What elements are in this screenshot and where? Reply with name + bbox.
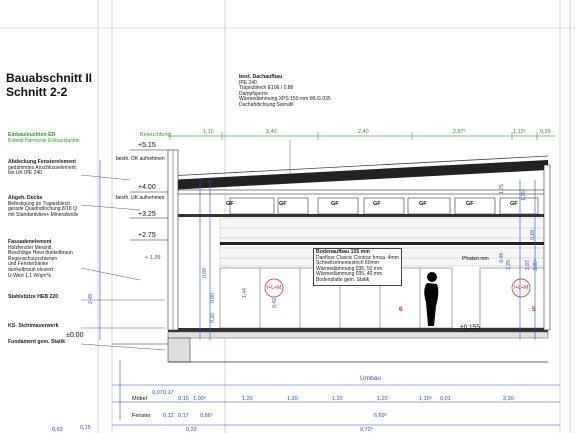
vertical-dim: 2,49	[87, 294, 94, 304]
level-129: + 1,29	[145, 255, 161, 261]
moebel-dim: 1,20	[287, 396, 298, 402]
gf-label: GF	[419, 201, 427, 207]
note-fundament-text: Fundament gem. Statik	[8, 339, 66, 345]
note-line: Dachabdichtung Sarnafil	[239, 101, 294, 108]
level-400: +4.00	[138, 184, 156, 191]
gf-label: GF	[510, 201, 518, 207]
moebel-dim: 2,30	[503, 396, 514, 402]
vertical-dim: 0,20	[209, 313, 216, 323]
bottom-dim: 0,63	[52, 427, 63, 433]
note-fassade: Fassadenelement Holzfenster Meranti, Bes…	[8, 239, 73, 279]
vertical-dim: 1,76⁵	[520, 189, 527, 201]
top-dim: 0,29	[540, 129, 551, 135]
bottom-dim: 0,15	[80, 425, 91, 431]
vertical-dim: 0,49	[498, 253, 505, 263]
note-line: mit Standardvlies+ Mineralwolle	[8, 211, 79, 218]
note-ks-text: KS- Sichtmauerwerk	[8, 323, 59, 329]
vertical-dim: 0,60	[201, 268, 208, 278]
note-line: U-Wert 1,1 W/qm*k	[8, 272, 51, 279]
moebel-dim: 0,01	[440, 396, 451, 402]
umbau-label: Umbau	[360, 375, 381, 382]
gf-label: GF	[279, 201, 287, 207]
note-line: Kobold Harmonie Einbauleuchte	[8, 137, 80, 144]
moebel-dim: 1,20	[332, 396, 343, 402]
level-275: +2.75	[138, 232, 156, 239]
note-ks: KS- Sichtmauerwerk	[8, 323, 59, 330]
row-label-fenster: Fenster	[132, 413, 151, 419]
fenster-dim: 0,86⁵	[200, 413, 213, 419]
top-dim: 2,40	[266, 129, 277, 135]
top-dim: 1,12⁵	[513, 129, 526, 135]
moebel-dim: 1,20	[242, 396, 253, 402]
section-drawing	[0, 0, 575, 433]
top-dim: 1,10	[203, 129, 214, 135]
ilm-label: I+L+M	[267, 285, 282, 291]
moebel-dim: 1,20	[377, 396, 388, 402]
moebel-dim: 1,10⁵	[419, 396, 432, 402]
moebel-dim: 1,00⁵	[193, 396, 206, 402]
level-000: ±0.00	[66, 332, 84, 339]
note-ok-aufheben: besth. OK aufnehmen	[116, 156, 165, 162]
top-dim: 2,57⁵	[453, 129, 466, 135]
note-line: bis UK IPE 240	[8, 170, 42, 177]
level-515: +5.15	[138, 142, 156, 149]
fenster-dim: 0,12	[163, 413, 174, 419]
moebel-dim: 0,07	[152, 390, 163, 396]
fenster-dim: 0,17	[178, 413, 189, 419]
gf-label: GF	[226, 201, 234, 207]
row-label-moebel: Möbel	[132, 396, 147, 402]
gf-label: GF	[466, 201, 474, 207]
moebel-dim: 0,10	[178, 396, 189, 402]
mark-6: 6	[399, 306, 403, 313]
vertical-dim: 3,86⁵	[532, 259, 539, 271]
gf-label: GF	[373, 201, 381, 207]
vertical-dim: 1,44	[241, 288, 248, 298]
vertical-dim: 0,80	[209, 293, 216, 303]
ilm-label: I+L+M	[514, 285, 529, 291]
note-einbauleuchten: Einbauleuchten ED Kobold Harmonie Einbau…	[8, 132, 80, 144]
vertical-dim: 3,25	[505, 260, 512, 270]
note-fundament: Fundament gem. Statik	[8, 339, 66, 346]
moebel-dim: 0,17	[163, 390, 174, 396]
bottom-dim: 0,22	[186, 427, 197, 433]
note-uk-aufheben: besth. UK aufnehmen	[116, 195, 165, 201]
note-abdeckung: Abdeckung Fensterelement gedämmtes Ansch…	[8, 159, 76, 177]
mark-5: 5	[532, 306, 536, 313]
note-bodenaufbau: Bodenaufbau 155 mm Danfloor Classic Cont…	[313, 248, 402, 286]
vertical-dim: 0,42	[271, 298, 278, 308]
gf-label: GF	[331, 201, 339, 207]
bottom-dim: 9,72⁵	[360, 427, 373, 433]
note-pfosten: Pfosten mm	[462, 256, 489, 262]
note-dachaufbau: best. Dachaufbau IPE 240 Trapezblech E10…	[239, 74, 331, 109]
level-325: +3.25	[138, 211, 156, 218]
note-decke: Abgeh. Decke Befestigung an Trapezblech …	[8, 195, 79, 218]
vertical-dim: 1,75	[498, 184, 505, 194]
fenster-dim: 6,69⁵	[374, 413, 387, 419]
note-line: Bodenplatte gem. Statik	[316, 276, 370, 283]
vertical-dim: 2,87	[524, 260, 531, 270]
level-0155: ±0.155	[460, 324, 480, 331]
note-beleuchtung: Beleuchtung	[140, 132, 171, 138]
note-stahlstuetze-text: Stahlstütze HEB 220	[8, 294, 59, 300]
vertical-dim: 0,28	[529, 230, 536, 240]
note-stahlstuetze: Stahlstütze HEB 220	[8, 294, 59, 301]
top-dim: 2,40	[358, 129, 369, 135]
